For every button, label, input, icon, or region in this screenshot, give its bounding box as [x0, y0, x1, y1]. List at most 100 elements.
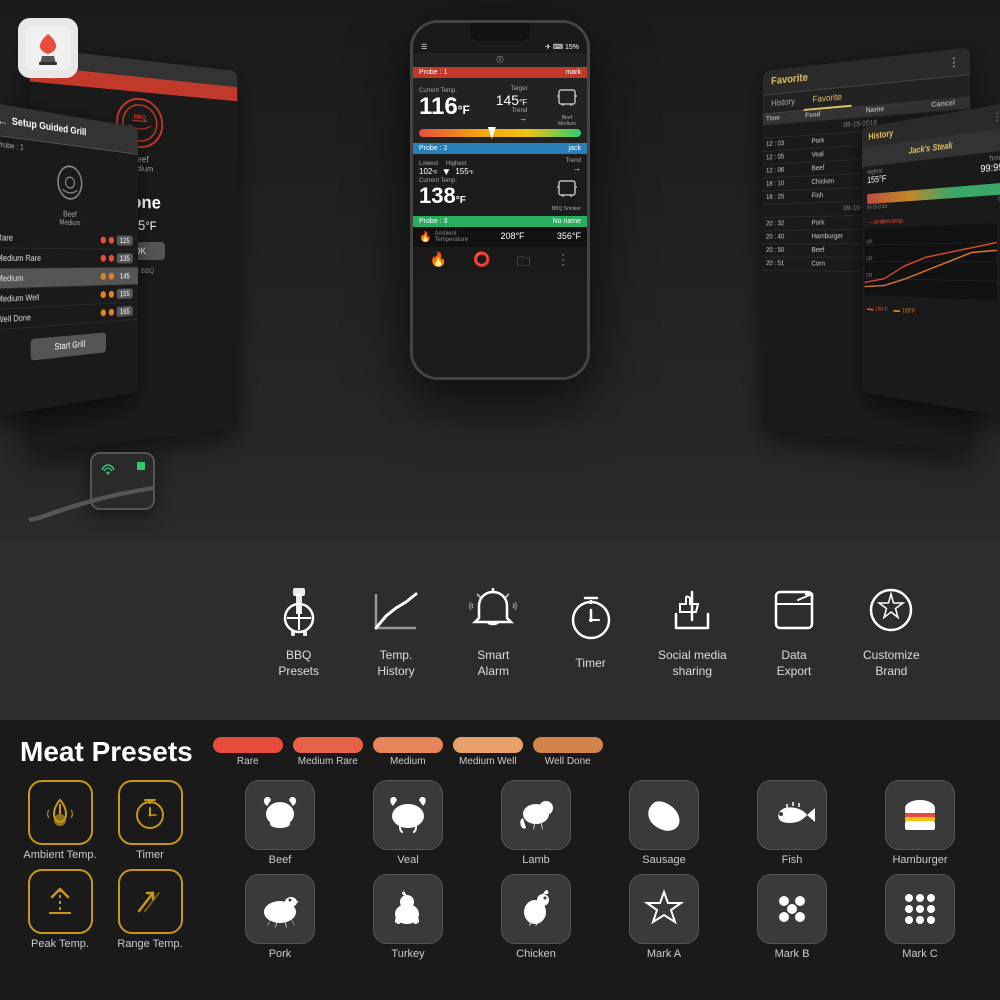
feature-temp-history: Temp.History	[366, 580, 426, 679]
turkey-icon	[373, 874, 443, 944]
meat-presets-title: Meat Presets	[20, 736, 193, 768]
medium-label: Medium	[390, 756, 426, 767]
meat-presets-header: Meat Presets Rare Medium Rare Medium Med…	[20, 736, 980, 768]
meat-mark-a[interactable]: Mark A	[604, 874, 724, 960]
range-temp-label: Range Temp.	[117, 938, 182, 950]
mark-c-label: Mark C	[902, 948, 937, 960]
controls-row-1: Ambient Temp. Timer	[20, 780, 200, 861]
feature-timer: Timer	[561, 588, 621, 672]
medium-well-label: Medium Well	[459, 756, 517, 767]
feature-customize-brand: CustomizeBrand	[861, 580, 921, 679]
veal-icon	[373, 780, 443, 850]
fish-icon	[757, 780, 827, 850]
doneness-scale: Rare Medium Rare Medium Medium Well Well…	[213, 737, 603, 767]
setup-guided-panel: ← Setup Guided Grill Probe : 1 Beef Medi…	[0, 102, 138, 417]
control-timer-label: Timer	[136, 849, 164, 861]
meat-grid: Beef Veal	[220, 780, 980, 960]
meat-mark-b[interactable]: Mark B	[732, 874, 852, 960]
doneness-well-done: Well Done	[533, 737, 603, 767]
pork-icon	[245, 874, 315, 944]
lamb-label: Lamb	[522, 854, 550, 866]
doneness-medium-rare: Medium Rare	[293, 737, 363, 767]
control-timer: Timer	[110, 780, 190, 861]
meat-lamb[interactable]: Lamb	[476, 780, 596, 866]
app-logo	[18, 18, 78, 78]
pork-label: Pork	[269, 948, 292, 960]
meat-turkey[interactable]: Turkey	[348, 874, 468, 960]
mark-a-icon	[629, 874, 699, 944]
feature-social-sharing: Social mediasharing	[658, 580, 727, 679]
timer-icon	[561, 588, 621, 648]
veal-label: Veal	[397, 854, 418, 866]
ambient-temp-icon	[28, 780, 93, 845]
data-export-icon	[764, 580, 824, 640]
feature-bbq-presets: BBQPresets	[269, 580, 329, 679]
medium-rare-label: Medium Rare	[298, 756, 358, 767]
history-food-temp-label: 105°F	[902, 308, 915, 315]
chicken-label: Chicken	[516, 948, 556, 960]
control-ambient-temp: Ambient Temp.	[20, 780, 100, 861]
well-done-label: Well Done	[545, 756, 591, 767]
phone-notch	[470, 23, 530, 41]
meat-hamburger[interactable]: Hamburger	[860, 780, 980, 866]
meat-pork[interactable]: Pork	[220, 874, 340, 960]
bottom-section: Meat Presets Rare Medium Rare Medium Med…	[0, 720, 1000, 1000]
phone-screen: ☰ ✈ ⌨ 15% ⓘ Probe : 1mark Current Temp. …	[413, 23, 587, 377]
feature-timer-label: Timer	[576, 656, 606, 672]
doneness-rare: Rare	[213, 737, 283, 767]
history-ambient-label: Ambient temp.	[874, 218, 904, 225]
feature-bbq-presets-label: BBQPresets	[278, 648, 319, 679]
chicken-icon	[501, 874, 571, 944]
customize-brand-icon	[861, 580, 921, 640]
doneness-medium-well: Medium Well	[453, 737, 523, 767]
ambient-temp-label: Ambient Temp.	[23, 849, 96, 861]
history-panel-title: History	[868, 128, 893, 142]
social-sharing-icon	[662, 580, 722, 640]
medium-rare-bar	[293, 737, 363, 753]
history-timer: 99:99	[980, 161, 1000, 175]
meat-mark-c[interactable]: Mark C	[860, 874, 980, 960]
meat-chicken[interactable]: Chicken	[476, 874, 596, 960]
control-range-temp: Range Temp.	[110, 869, 190, 950]
temp-history-icon	[366, 580, 426, 640]
peak-temp-icon	[28, 869, 93, 934]
meat-veal[interactable]: Veal	[348, 780, 468, 866]
feature-data-export: DataExport	[764, 580, 824, 679]
meat-sausage[interactable]: Sausage	[604, 780, 724, 866]
favorite-panel-title: Favorite	[771, 72, 808, 88]
mark-b-icon	[757, 874, 827, 944]
sausage-icon	[629, 780, 699, 850]
feature-data-export-label: DataExport	[777, 648, 812, 679]
phone-mockup: ☰ ✈ ⌨ 15% ⓘ Probe : 1mark Current Temp. …	[410, 20, 590, 380]
rare-bar	[213, 737, 283, 753]
history-highest: 155°F	[867, 174, 886, 186]
fish-label: Fish	[782, 854, 803, 866]
rare-label: Rare	[237, 756, 259, 767]
mark-a-label: Mark A	[647, 948, 681, 960]
device-image	[20, 410, 240, 530]
start-grill-button[interactable]: Start Grill	[31, 332, 106, 360]
feature-social-sharing-label: Social mediasharing	[658, 648, 727, 679]
meat-beef[interactable]: Beef	[220, 780, 340, 866]
hamburger-icon	[885, 780, 955, 850]
medium-well-bar	[453, 737, 523, 753]
top-section: ← Setup Guided Grill Probe : 1 Beef Medi…	[0, 0, 1000, 540]
svg-text:105: 105	[866, 272, 873, 278]
history-panel: History ⋮ Jack's Steak Highest 155°F Tim…	[862, 102, 1000, 417]
feature-customize-brand-label: CustomizeBrand	[863, 648, 920, 679]
beef-icon	[245, 780, 315, 850]
mark-c-icon	[885, 874, 955, 944]
feature-smart-alarm-label: SmartAlarm	[477, 648, 509, 679]
meat-fish[interactable]: Fish	[732, 780, 852, 866]
control-timer-icon	[118, 780, 183, 845]
smart-alarm-icon	[463, 580, 523, 640]
well-done-bar	[533, 737, 603, 753]
mark-b-label: Mark B	[775, 948, 810, 960]
svg-text:160: 160	[866, 239, 873, 245]
sausage-label: Sausage	[642, 854, 685, 866]
setup-title: Setup Guided Grill	[12, 116, 87, 138]
bottom-content: Ambient Temp. Timer	[20, 780, 980, 960]
features-section: BBQPresets Temp.History	[0, 540, 1000, 720]
feature-smart-alarm: SmartAlarm	[463, 580, 523, 679]
lamb-icon	[501, 780, 571, 850]
